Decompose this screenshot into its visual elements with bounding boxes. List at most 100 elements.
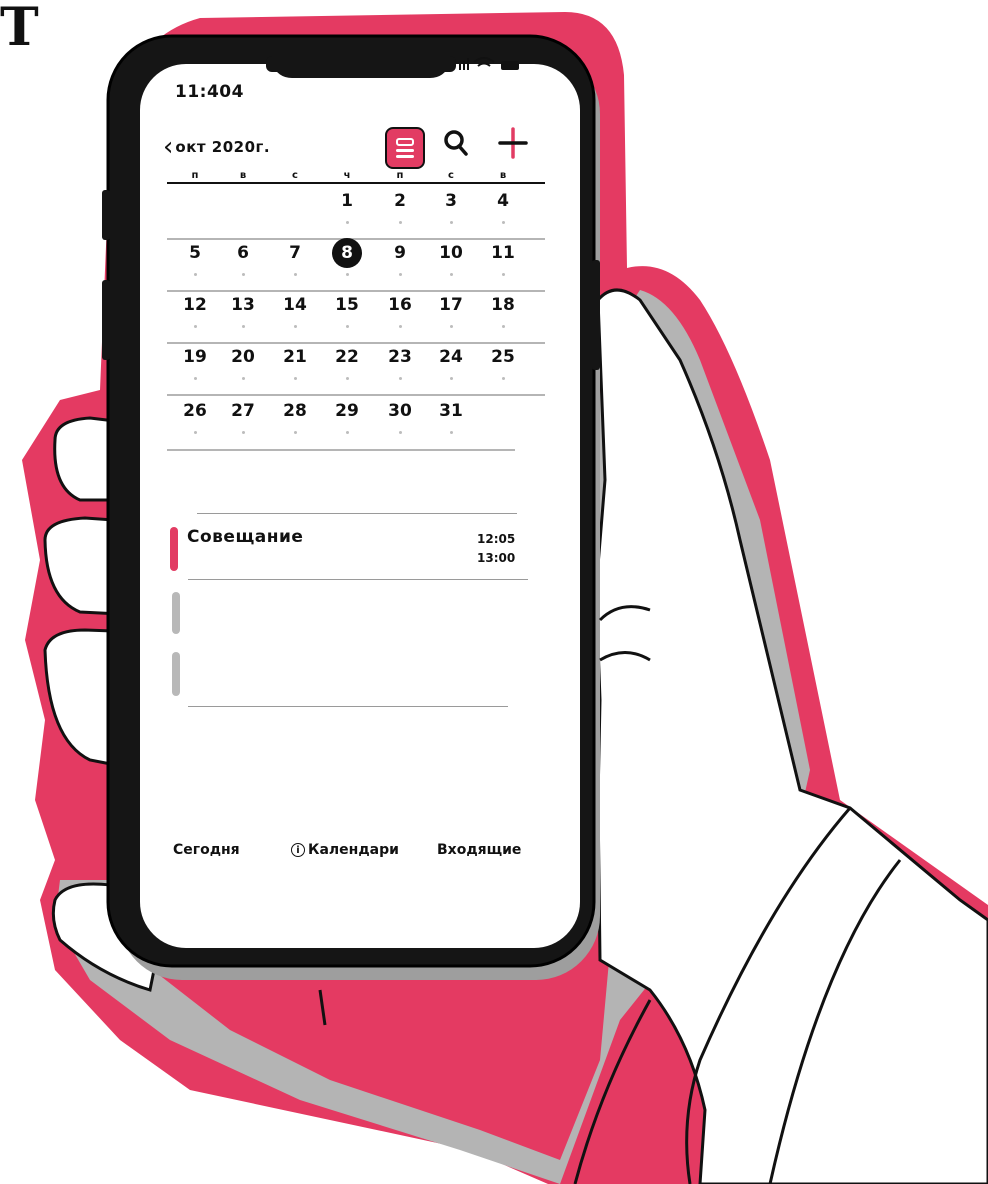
week-divider	[167, 449, 515, 451]
event-dot	[398, 377, 402, 380]
day-cell[interactable]: 29	[330, 400, 364, 422]
weekday-label: п	[191, 170, 199, 181]
illustration: Т 11:404 ‹ окт 2020г. пвсчпсв 1234567891…	[0, 0, 988, 1184]
day-cell[interactable]: 10	[434, 242, 468, 264]
day-cell[interactable]: 24	[434, 346, 468, 368]
battery-icon	[501, 61, 519, 70]
day-cell[interactable]: 18	[486, 294, 520, 316]
inbox-button[interactable]: Входящие	[437, 842, 521, 858]
calendar-view-toggle[interactable]	[385, 127, 425, 169]
calendars-label: Календари	[308, 842, 399, 858]
event-dot	[345, 431, 349, 434]
event-dot	[293, 377, 297, 380]
day-cell[interactable]: 8	[330, 242, 364, 264]
day-cell[interactable]: 13	[226, 294, 260, 316]
day-cell[interactable]: 12	[178, 294, 212, 316]
weekday-divider	[167, 182, 545, 184]
empty-slot-bar	[172, 592, 180, 634]
notch-fill	[266, 56, 456, 72]
event-dot	[345, 377, 349, 380]
month-back-button[interactable]: ‹ окт 2020г.	[163, 134, 270, 160]
day-cell[interactable]: 5	[178, 242, 212, 264]
event-dot	[241, 273, 245, 276]
weekday-label: в	[239, 170, 247, 181]
event-dot	[501, 273, 505, 276]
event-dot	[449, 377, 453, 380]
event-dot	[241, 377, 245, 380]
event-dot	[501, 221, 505, 224]
day-cell[interactable]: 31	[434, 400, 468, 422]
event-divider	[197, 513, 517, 514]
event-end-time: 13:00	[477, 551, 516, 565]
event-dot	[193, 431, 197, 434]
day-cell[interactable]: 2	[383, 190, 417, 212]
back-chevron-icon: ‹	[163, 132, 174, 162]
event-dot	[398, 431, 402, 434]
status-time: 11:404	[175, 82, 244, 102]
event-dot	[293, 273, 297, 276]
event-dot	[398, 325, 402, 328]
weekday-label: ч	[343, 170, 351, 181]
view-bar	[396, 155, 414, 158]
month-label: окт 2020г.	[175, 138, 271, 156]
day-cell[interactable]: 9	[383, 242, 417, 264]
event-dot	[449, 221, 453, 224]
day-cell[interactable]: 20	[226, 346, 260, 368]
week-divider	[167, 394, 545, 396]
add-icon[interactable]	[498, 126, 528, 160]
day-cell[interactable]: 17	[434, 294, 468, 316]
event-dot	[345, 273, 349, 276]
day-cell[interactable]: 25	[486, 346, 520, 368]
event-dot	[398, 273, 402, 276]
today-button[interactable]: Сегодня	[173, 842, 240, 858]
event-start-time: 12:05	[477, 532, 516, 546]
event-dot	[193, 273, 197, 276]
day-cell[interactable]: 14	[278, 294, 312, 316]
day-cell[interactable]: 23	[383, 346, 417, 368]
event-dot	[398, 221, 402, 224]
event-dot	[501, 377, 505, 380]
event-dot	[293, 431, 297, 434]
event-dot	[241, 431, 245, 434]
event-dot	[193, 377, 197, 380]
day-cell[interactable]: 28	[278, 400, 312, 422]
week-divider	[167, 238, 545, 240]
day-cell[interactable]: 27	[226, 400, 260, 422]
event-dot	[241, 325, 245, 328]
day-cell[interactable]: 22	[330, 346, 364, 368]
day-cell[interactable]: 21	[278, 346, 312, 368]
day-cell[interactable]: 30	[383, 400, 417, 422]
corner-letter: Т	[0, 0, 39, 58]
day-cell[interactable]: 3	[434, 190, 468, 212]
day-cell[interactable]: 6	[226, 242, 260, 264]
day-cell[interactable]: 16	[383, 294, 417, 316]
event-dot	[449, 431, 453, 434]
event-dot	[345, 325, 349, 328]
view-bar	[396, 149, 414, 152]
event-dot	[193, 325, 197, 328]
side-button-2	[102, 280, 110, 360]
week-divider	[167, 290, 545, 292]
day-cell[interactable]: 26	[178, 400, 212, 422]
event-dot	[501, 325, 505, 328]
event-title[interactable]: Совещание	[187, 527, 303, 547]
calendars-button[interactable]: i Календари	[291, 842, 399, 858]
event-divider	[188, 579, 528, 580]
day-cell[interactable]: 15	[330, 294, 364, 316]
side-button-1	[102, 190, 110, 240]
event-dot	[293, 325, 297, 328]
day-cell[interactable]: 4	[486, 190, 520, 212]
event-dot	[345, 221, 349, 224]
info-icon: i	[291, 843, 305, 857]
event-dot	[449, 325, 453, 328]
weekday-label: в	[499, 170, 507, 181]
event-divider	[188, 706, 508, 707]
day-cell[interactable]: 7	[278, 242, 312, 264]
search-icon[interactable]	[443, 128, 469, 158]
day-cell[interactable]: 19	[178, 346, 212, 368]
weekday-label: с	[448, 170, 454, 181]
weekday-label: с	[292, 170, 298, 181]
day-cell[interactable]: 11	[486, 242, 520, 264]
phone-screen: 11:404 ‹ окт 2020г. пвсчпсв 1 2 3 4 5 6 7 8 9 10 1…	[145, 72, 577, 942]
day-cell[interactable]: 1	[330, 190, 364, 212]
